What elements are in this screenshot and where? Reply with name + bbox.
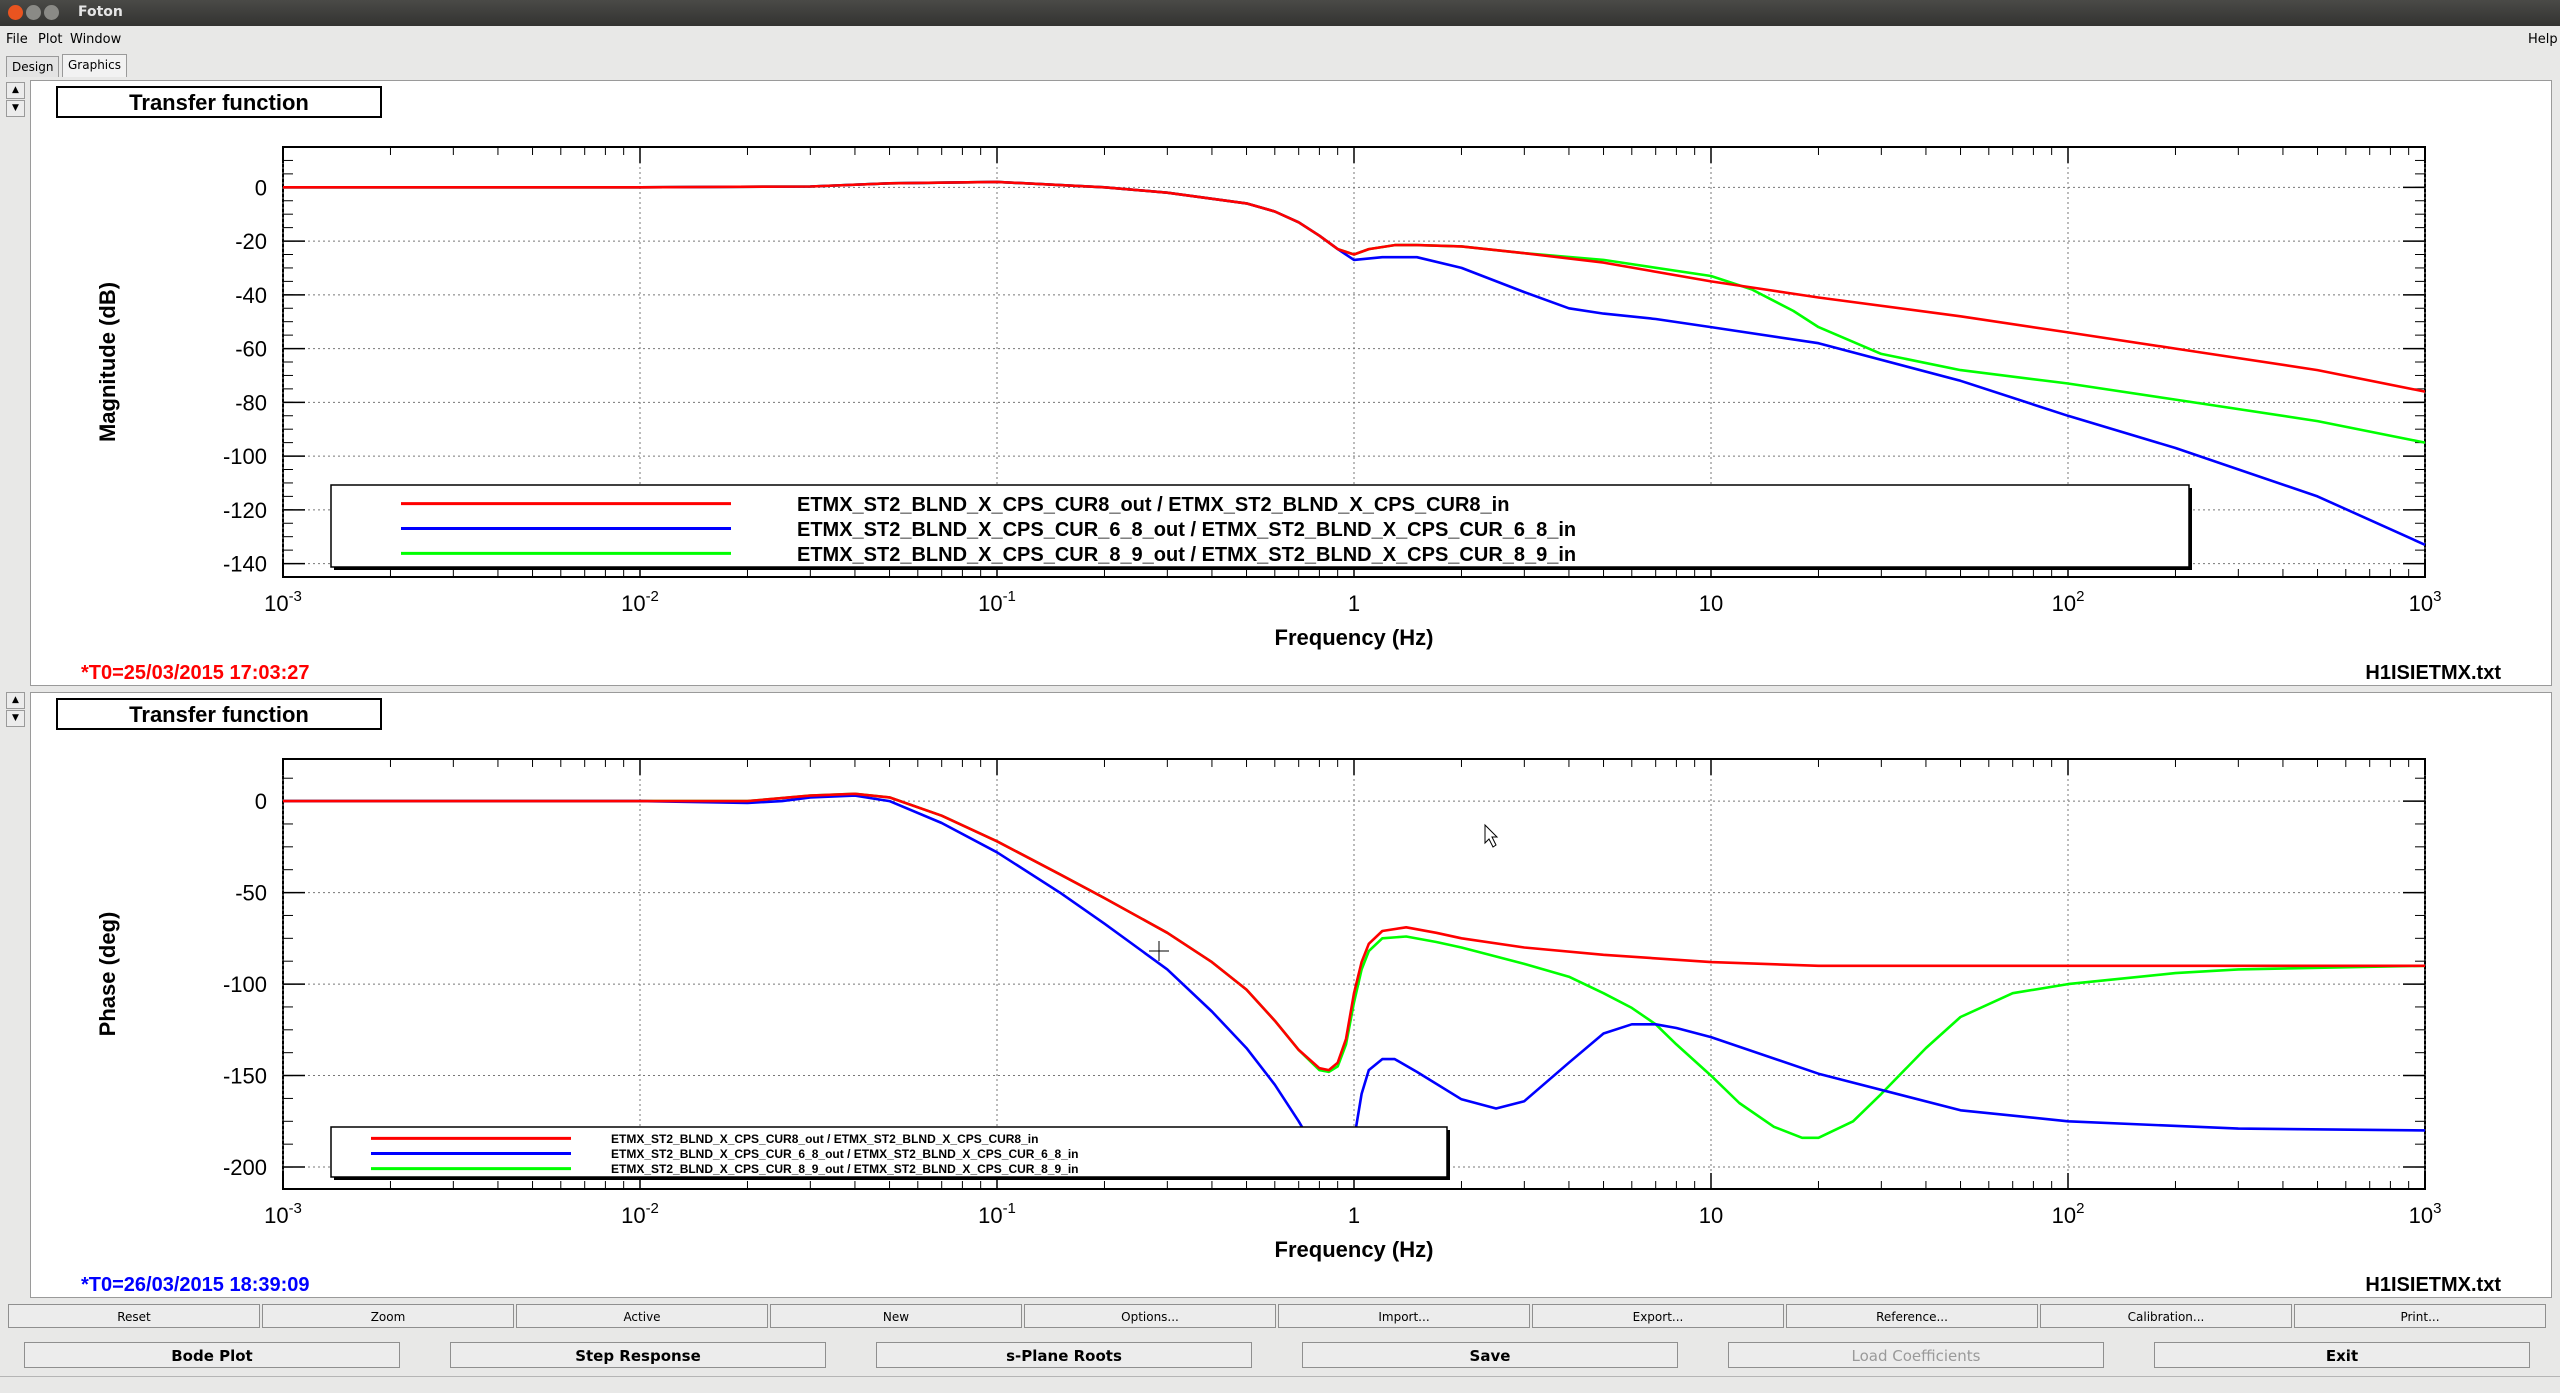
menu-help[interactable]: Help — [2528, 32, 2558, 47]
active-button[interactable]: Active — [516, 1304, 768, 1328]
x-tick-label: 10-1 — [978, 1200, 1016, 1228]
plot-button-row: Reset Zoom Active New Options... Import.… — [8, 1304, 2550, 1330]
x-tick-label: 1 — [1348, 591, 1360, 616]
legend: ETMX_ST2_BLND_X_CPS_CUR8_out / ETMX_ST2_… — [330, 1126, 1450, 1180]
y-tick-label: -100 — [223, 972, 267, 997]
menu-file[interactable]: File — [6, 32, 28, 47]
plot-title: Transfer function — [129, 702, 309, 727]
pane-scroll-down-icon[interactable]: ▼ — [6, 100, 25, 117]
bode-plot-button[interactable]: Bode Plot — [24, 1342, 400, 1368]
reset-button[interactable]: Reset — [8, 1304, 260, 1328]
y-axis-label: Phase (deg) — [95, 912, 120, 1037]
pane-scroll-up-icon[interactable]: ▲ — [6, 82, 25, 99]
x-tick-label: 10 — [1699, 1203, 1723, 1228]
y-tick-label: -60 — [235, 337, 267, 362]
x-tick-label: 103 — [2409, 1200, 2442, 1228]
pane-scroll-up-icon[interactable]: ▲ — [6, 692, 25, 709]
legend: ETMX_ST2_BLND_X_CPS_CUR8_out / ETMX_ST2_… — [330, 484, 2192, 570]
legend-label-2: ETMX_ST2_BLND_X_CPS_CUR_6_8_out / ETMX_S… — [797, 519, 1576, 541]
options-button[interactable]: Options... — [1024, 1304, 1276, 1328]
file-name: H1ISIETMX.txt — [2365, 1274, 2501, 1296]
maximize-window-icon[interactable] — [44, 5, 59, 20]
y-tick-label: -120 — [223, 498, 267, 523]
print-button[interactable]: Print... — [2294, 1304, 2546, 1328]
t0-timestamp: *T0=25/03/2015 17:03:27 — [81, 662, 310, 684]
import-button[interactable]: Import... — [1278, 1304, 1530, 1328]
close-window-icon[interactable] — [8, 5, 23, 20]
x-tick-label: 102 — [2052, 588, 2085, 616]
x-tick-label: 10-2 — [621, 588, 659, 616]
legend-label-2: ETMX_ST2_BLND_X_CPS_CUR_6_8_out / ETMX_S… — [611, 1147, 1079, 1161]
y-tick-label: -20 — [235, 229, 267, 254]
pane-scroll-down-icon[interactable]: ▼ — [6, 710, 25, 727]
tab-graphics[interactable]: Graphics — [62, 54, 127, 77]
menu-bar: File Plot Window Help — [0, 28, 2560, 52]
x-tick-label: 102 — [2052, 1200, 2085, 1228]
x-tick-label: 103 — [2409, 588, 2442, 616]
phase-plot-pane[interactable]: Transfer function 10-3 10-2 10-1 1 10 102 103 0 -… — [30, 692, 2552, 1298]
reference-button[interactable]: Reference... — [1786, 1304, 2038, 1328]
tab-bar: Design Graphics — [0, 54, 2560, 78]
x-tick-label: 10-2 — [621, 1200, 659, 1228]
zoom-button[interactable]: Zoom — [262, 1304, 514, 1328]
magnitude-plot-pane[interactable]: Transfer function 10-3 10-2 10-1 1 10 102 103 0 -… — [30, 80, 2552, 686]
menu-plot[interactable]: Plot — [38, 32, 63, 47]
menu-window[interactable]: Window — [70, 32, 121, 47]
y-tick-label: -80 — [235, 390, 267, 415]
y-tick-label: 0 — [255, 789, 267, 814]
tab-design[interactable]: Design — [6, 56, 60, 77]
export-button[interactable]: Export... — [1532, 1304, 1784, 1328]
status-bar — [0, 1376, 2560, 1393]
y-tick-label: -150 — [223, 1064, 267, 1089]
plot-title: Transfer function — [129, 90, 309, 115]
legend-label-1: ETMX_ST2_BLND_X_CPS_CUR8_out / ETMX_ST2_… — [611, 1132, 1038, 1146]
x-tick-label: 10-3 — [264, 1200, 302, 1228]
load-coefficients-button: Load Coefficients — [1728, 1342, 2104, 1368]
x-axis-label: Frequency (Hz) — [1275, 1237, 1434, 1262]
file-name: H1ISIETMX.txt — [2365, 662, 2501, 684]
minimize-window-icon[interactable] — [26, 5, 41, 20]
x-tick-label: 10-1 — [978, 588, 1016, 616]
exit-button[interactable]: Exit — [2154, 1342, 2530, 1368]
calibration-button[interactable]: Calibration... — [2040, 1304, 2292, 1328]
s-plane-roots-button[interactable]: s-Plane Roots — [876, 1342, 1252, 1368]
window-title: Foton — [78, 4, 123, 20]
y-axis-label: Magnitude (dB) — [95, 282, 120, 442]
y-tick-label: -140 — [223, 552, 267, 577]
phase-plot[interactable]: Transfer function 10-3 10-2 10-1 1 10 102 103 0 -… — [31, 693, 2551, 1297]
window-titlebar: Foton — [0, 0, 2560, 26]
save-button[interactable]: Save — [1302, 1342, 1678, 1368]
x-axis-label: Frequency (Hz) — [1275, 625, 1434, 650]
x-tick-label: 1 — [1348, 1203, 1360, 1228]
y-tick-label: 0 — [255, 175, 267, 200]
main-button-row: Bode Plot Step Response s-Plane Roots Sa… — [24, 1342, 2544, 1370]
x-tick-label: 10-3 — [264, 588, 302, 616]
magnitude-plot[interactable]: Transfer function 10-3 10-2 10-1 1 10 102 103 0 -… — [31, 81, 2551, 685]
step-response-button[interactable]: Step Response — [450, 1342, 826, 1368]
y-tick-label: -100 — [223, 444, 267, 469]
y-tick-label: -50 — [235, 881, 267, 906]
y-tick-label: -200 — [223, 1155, 267, 1180]
y-tick-label: -40 — [235, 283, 267, 308]
legend-label-3: ETMX_ST2_BLND_X_CPS_CUR_8_9_out / ETMX_S… — [797, 544, 1576, 566]
x-tick-label: 10 — [1699, 591, 1723, 616]
legend-label-3: ETMX_ST2_BLND_X_CPS_CUR_8_9_out / ETMX_S… — [611, 1162, 1079, 1176]
legend-label-1: ETMX_ST2_BLND_X_CPS_CUR8_out / ETMX_ST2_… — [797, 494, 1509, 516]
new-button[interactable]: New — [770, 1304, 1022, 1328]
t0-timestamp: *T0=26/03/2015 18:39:09 — [81, 1274, 310, 1296]
